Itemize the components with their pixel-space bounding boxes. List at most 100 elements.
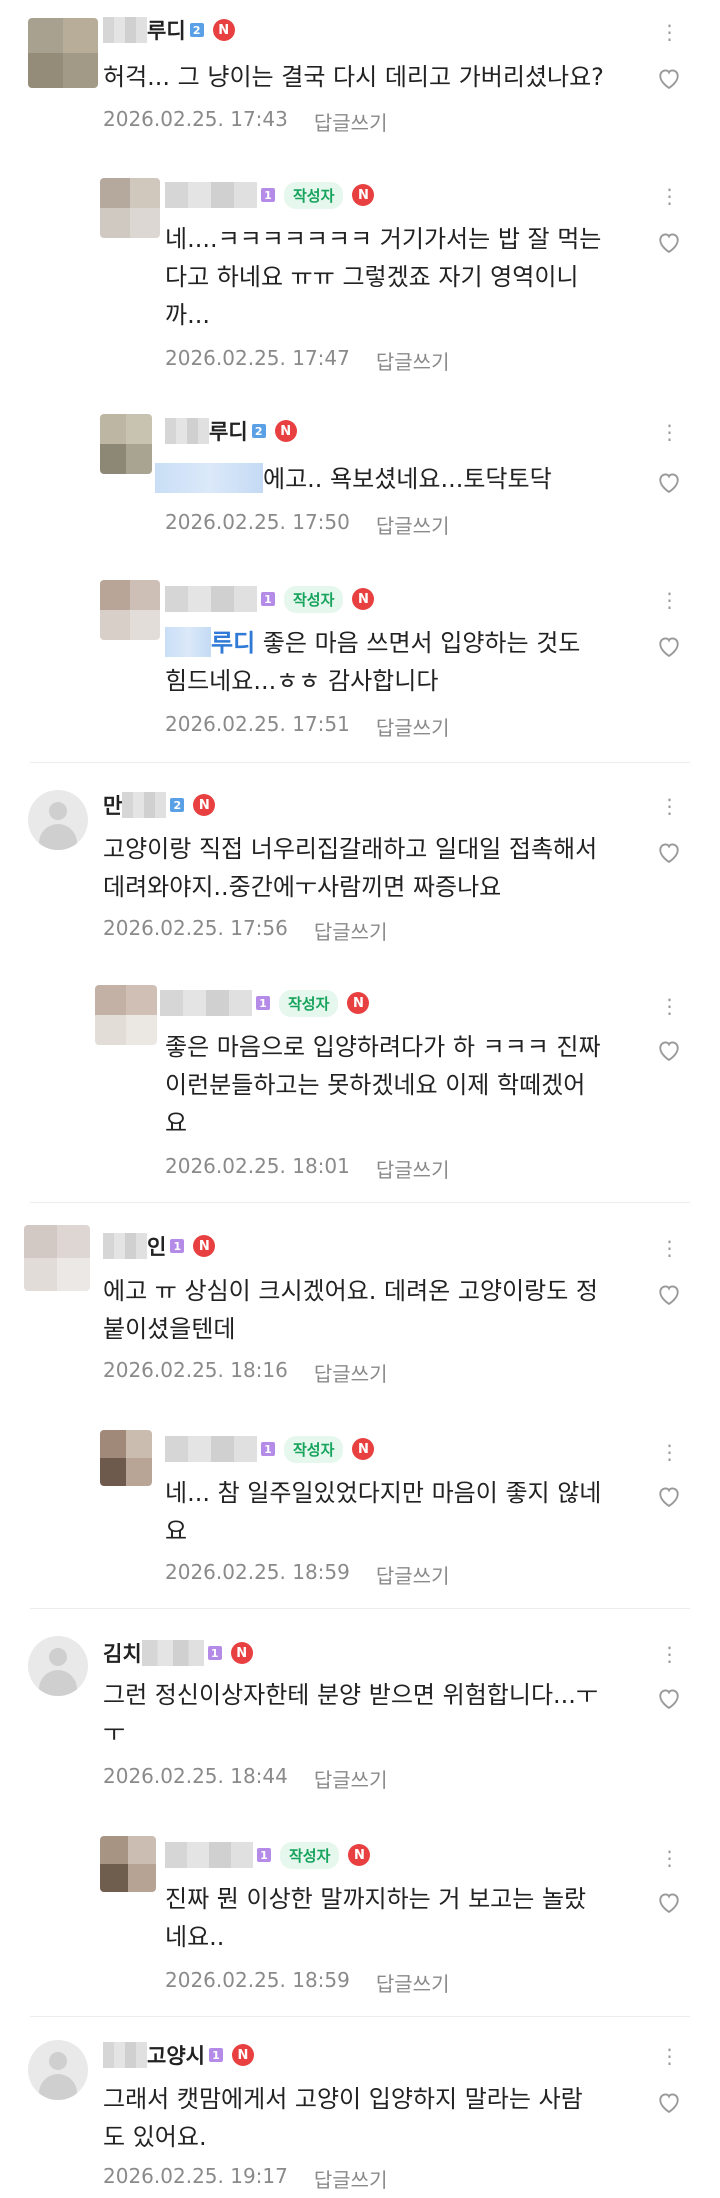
level-badge: 1 — [208, 2048, 223, 2062]
reply-button[interactable]: 답글쓰기 — [376, 1968, 450, 1997]
more-options-icon[interactable]: ⋮ — [658, 588, 682, 612]
avatar[interactable] — [100, 178, 160, 238]
avatar[interactable] — [24, 1225, 90, 1291]
mention-blur — [155, 463, 263, 493]
comment-text: 그런 정신이상자한테 분양 받으면 위험합니다...ㅜ ㅜ — [103, 1681, 599, 1747]
heart-icon[interactable] — [655, 632, 683, 660]
new-badge-icon: N — [352, 184, 375, 206]
more-options-icon[interactable]: ⋮ — [658, 794, 682, 818]
reply-button[interactable]: 답글쓰기 — [314, 916, 388, 945]
avatar[interactable] — [100, 414, 152, 474]
author-badge: 작성자 — [284, 181, 344, 209]
heart-icon[interactable] — [655, 1888, 683, 1916]
mention-blur — [165, 627, 211, 657]
nickname[interactable]: 김치 — [103, 1638, 142, 1668]
nickname-blur — [103, 2042, 147, 2068]
avatar[interactable] — [100, 580, 160, 640]
default-avatar[interactable] — [28, 2040, 88, 2100]
avatar[interactable] — [28, 18, 98, 88]
new-badge-icon: N — [212, 19, 235, 41]
new-badge-icon: N — [352, 588, 375, 610]
nickname-blur — [160, 990, 252, 1016]
heart-icon[interactable] — [655, 1482, 683, 1510]
author-badge: 작성자 — [279, 989, 339, 1017]
default-avatar[interactable] — [28, 1636, 88, 1696]
level-badge: 2 — [251, 424, 266, 438]
comment-text: 네....ㅋㅋㅋㅋㅋㅋㅋ 거기가서는 밥 잘 먹는 다고 하네요 ㅠㅠ 그렇겠죠… — [165, 225, 602, 329]
comment-date: 2026.02.25. 18:59 — [165, 1968, 350, 1992]
comment-date: 2026.02.25. 17:51 — [165, 712, 350, 736]
new-badge-icon: N — [274, 420, 297, 442]
author-badge: 작성자 — [284, 1435, 344, 1463]
new-badge-icon: N — [230, 1642, 253, 1664]
reply-button[interactable]: 답글쓰기 — [314, 2164, 388, 2193]
level-badge: 1 — [261, 1442, 275, 1456]
reply-button[interactable]: 답글쓰기 — [376, 1560, 450, 1589]
level-badge: 2 — [170, 798, 185, 812]
level-badge: 1 — [207, 1646, 222, 1660]
more-options-icon[interactable]: ⋮ — [658, 994, 682, 1018]
reply-button[interactable]: 답글쓰기 — [376, 510, 450, 539]
more-options-icon[interactable]: ⋮ — [658, 1236, 682, 1260]
heart-icon[interactable] — [655, 1684, 683, 1712]
divider — [30, 762, 690, 763]
reply-button[interactable]: 답글쓰기 — [376, 1154, 450, 1183]
heart-icon[interactable] — [655, 468, 683, 496]
comment-date: 2026.02.25. 17:47 — [165, 346, 350, 370]
heart-icon[interactable] — [655, 1036, 683, 1064]
heart-icon[interactable] — [655, 64, 683, 92]
reply-button[interactable]: 답글쓰기 — [376, 346, 450, 375]
nickname[interactable]: 고양시 — [147, 2040, 205, 2070]
avatar[interactable] — [100, 1430, 152, 1486]
more-options-icon[interactable]: ⋮ — [658, 184, 682, 208]
heart-icon[interactable] — [655, 228, 683, 256]
heart-icon[interactable] — [655, 2088, 683, 2116]
heart-icon[interactable] — [655, 838, 683, 866]
comment-text: 고양이랑 직접 너우리집갈래하고 일대일 접촉해서 데려와야지..중간에ㅜ사람끼… — [103, 835, 598, 901]
reply-button[interactable]: 답글쓰기 — [314, 1358, 388, 1387]
more-options-icon[interactable]: ⋮ — [658, 1440, 682, 1464]
nickname[interactable]: 인 — [147, 1231, 166, 1261]
more-options-icon[interactable]: ⋮ — [658, 420, 682, 444]
comment-text: 에고 ㅠ 상심이 크시겠어요. 데려온 고양이랑도 정 붙이셨을텐데 — [103, 1277, 599, 1343]
nickname[interactable]: 만 — [103, 790, 122, 820]
comment-text: 그래서 캣맘에게서 고양이 입양하지 말라는 사람 도 있어요. — [103, 2085, 583, 2151]
new-badge-icon: N — [193, 794, 216, 816]
reply-button[interactable]: 답글쓰기 — [314, 107, 388, 136]
more-options-icon[interactable]: ⋮ — [658, 1846, 682, 1870]
author-badge: 작성자 — [284, 585, 344, 613]
comment-text: 진짜 뭔 이상한 말까지하는 거 보고는 놀랐 네요.. — [165, 1885, 587, 1951]
comment-text: 루디 좋은 마음 쓰면서 입양하는 것도 힘드네요...ㅎㅎ 감사합니다 — [165, 624, 580, 700]
more-options-icon[interactable]: ⋮ — [658, 2044, 682, 2068]
heart-icon[interactable] — [655, 1280, 683, 1308]
nickname-blur — [103, 17, 147, 43]
comment-date: 2026.02.25. 18:01 — [165, 1154, 350, 1178]
more-options-icon[interactable]: ⋮ — [658, 20, 682, 44]
nickname-blur — [141, 1640, 204, 1666]
level-badge: 1 — [261, 188, 275, 202]
level-badge: 2 — [189, 23, 204, 37]
comment-date: 2026.02.25. 18:59 — [165, 1560, 350, 1584]
nickname[interactable]: 루디 — [209, 416, 248, 446]
comment-date: 2026.02.25. 17:56 — [103, 916, 288, 940]
comment-date: 2026.02.25. 19:17 — [103, 2164, 288, 2188]
nickname-blur — [103, 1233, 147, 1259]
reply-button[interactable]: 답글쓰기 — [376, 712, 450, 741]
level-badge: 1 — [170, 1239, 185, 1253]
new-badge-icon: N — [193, 1235, 216, 1257]
divider — [30, 1202, 690, 1203]
more-options-icon[interactable]: ⋮ — [658, 1642, 682, 1666]
avatar[interactable] — [100, 1836, 156, 1892]
mention-link[interactable]: 루디 — [211, 629, 255, 657]
comment-date: 2026.02.25. 17:50 — [165, 510, 350, 534]
default-avatar[interactable] — [28, 790, 88, 850]
nickname[interactable]: 루디 — [147, 15, 186, 45]
comment-date: 2026.02.25. 18:44 — [103, 1764, 288, 1788]
level-badge: 1 — [256, 996, 270, 1010]
comment-text: 에고.. 욕보셨네요...토닥토닥 — [155, 460, 552, 498]
nickname-blur — [165, 418, 209, 444]
new-badge-icon: N — [348, 1844, 371, 1866]
reply-button[interactable]: 답글쓰기 — [314, 1764, 388, 1793]
nickname-blur — [165, 1436, 257, 1462]
avatar[interactable] — [95, 985, 157, 1045]
